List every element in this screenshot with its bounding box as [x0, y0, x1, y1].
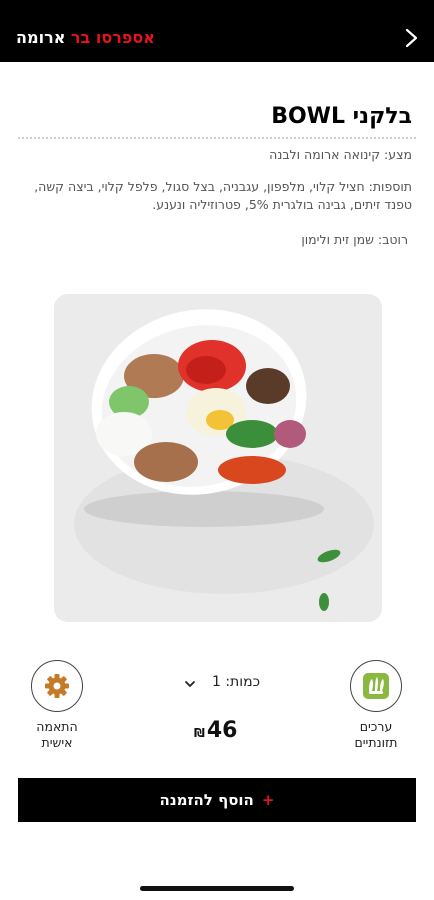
wheat-icon	[363, 673, 389, 699]
customize-caption: התאמה אישית	[12, 719, 102, 751]
nutrition-button[interactable]	[350, 660, 402, 712]
quantity-label: כמות: 1	[211, 674, 260, 690]
chevron-down-icon	[185, 681, 195, 687]
product-toppings: תוספות: חציל קלוי, מלפפון, עגבניה, בצל ס…	[34, 179, 412, 212]
nutrition-caption-line1: ערכים	[359, 719, 393, 734]
product-base: מצע: קינואה ארומה ולבנה	[269, 147, 412, 162]
product-photo	[54, 294, 382, 622]
price-currency: ₪	[194, 726, 205, 740]
brand-logo: אספרסו בר ארומה	[16, 28, 155, 48]
product-price: ₪46	[194, 718, 237, 743]
customize-button[interactable]	[31, 660, 83, 712]
add-to-order-label: הוסף להזמנה	[159, 791, 254, 809]
customize-caption-line1: התאמה	[36, 719, 78, 734]
product-title: בלקני BOWL	[271, 104, 412, 129]
price-value: 46	[206, 718, 238, 743]
quantity-selector[interactable]: כמות: 1	[180, 674, 260, 696]
plus-icon: +	[261, 791, 275, 809]
brand-logo-red: אספרסו בר	[70, 28, 155, 47]
title-divider	[18, 137, 416, 139]
brand-logo-white: ארומה	[16, 28, 66, 47]
customize-caption-line2: אישית	[41, 735, 73, 750]
add-to-order-button[interactable]: + הוסף להזמנה	[18, 778, 416, 822]
product-sauce: רוטב: שמן זית ולימון	[301, 232, 408, 247]
gear-icon	[45, 674, 69, 698]
chevron-right-icon[interactable]	[398, 24, 424, 52]
nutrition-caption: ערכים תזונתיים	[331, 719, 421, 751]
home-indicator	[140, 886, 294, 891]
app-header: אספרסו בר ארומה	[0, 0, 434, 62]
nutrition-caption-line2: תזונתיים	[354, 735, 398, 750]
